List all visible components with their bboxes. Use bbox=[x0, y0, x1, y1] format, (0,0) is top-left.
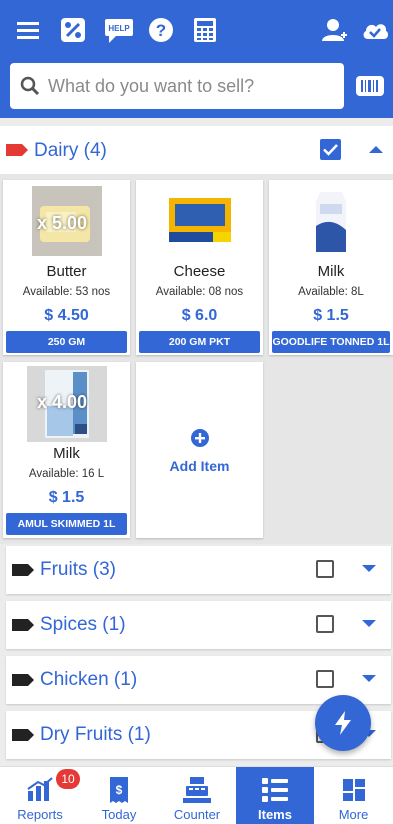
lightning-icon bbox=[335, 711, 351, 735]
product-card[interactable]: x 5.00 Butter Available: 53 nos $ 4.50 2… bbox=[3, 180, 130, 355]
product-variant: AMUL SKIMMED 1L bbox=[6, 513, 127, 535]
product-grid: x 5.00 Butter Available: 53 nos $ 4.50 2… bbox=[0, 174, 393, 544]
nav-label: More bbox=[338, 807, 369, 822]
today-receipt-icon: $ bbox=[108, 775, 130, 805]
bottom-navigation: 10 Reports $ Today Counter Items More bbox=[0, 766, 393, 824]
nav-label: Counter bbox=[173, 807, 221, 822]
quick-action-button[interactable] bbox=[315, 695, 371, 751]
category-select-checkbox[interactable] bbox=[316, 615, 334, 633]
category-tag-icon bbox=[12, 674, 34, 686]
category-select-checkbox[interactable] bbox=[316, 670, 334, 688]
notification-badge: 10 bbox=[56, 769, 80, 789]
product-name: Cheese bbox=[173, 263, 226, 280]
search-bar[interactable] bbox=[10, 63, 344, 109]
product-card[interactable]: x 4.00 Milk Available: 16 L $ 1.5 AMUL S… bbox=[3, 362, 130, 538]
quantity-badge: x 5.00 bbox=[37, 213, 88, 233]
product-name: Milk bbox=[53, 445, 80, 462]
svg-text:HELP: HELP bbox=[108, 24, 130, 33]
category-tag-icon bbox=[12, 729, 34, 741]
category-title: Dry Fruits (1) bbox=[40, 724, 151, 745]
nav-today[interactable]: $ Today bbox=[80, 767, 158, 824]
product-price: $ 6.0 bbox=[181, 307, 218, 324]
product-card[interactable]: Cheese Available: 08 nos $ 6.0 200 GM PK… bbox=[136, 180, 263, 355]
svg-text:?: ? bbox=[156, 21, 166, 40]
top-app-bar: HELP ? bbox=[0, 0, 393, 118]
menu-icon[interactable] bbox=[14, 15, 44, 45]
search-icon bbox=[20, 76, 40, 96]
collapse-chevron-icon[interactable] bbox=[369, 146, 383, 153]
search-input[interactable] bbox=[48, 75, 328, 97]
items-list-icon bbox=[261, 775, 289, 805]
category-title: Dairy (4) bbox=[34, 140, 107, 161]
product-price: $ 1.5 bbox=[313, 307, 349, 324]
category-row-spices[interactable]: Spices (1) bbox=[6, 601, 391, 649]
product-card[interactable]: Milk Available: 8L $ 1.5 GOODLIFE TONNED… bbox=[269, 180, 393, 355]
category-tag-icon bbox=[6, 144, 28, 156]
nav-label: Today bbox=[101, 807, 137, 822]
svg-text:$: $ bbox=[116, 783, 123, 797]
expand-chevron-icon[interactable] bbox=[362, 565, 376, 572]
category-title: Spices (1) bbox=[40, 614, 126, 635]
product-availability: Available: 16 L bbox=[28, 468, 105, 480]
product-availability: Available: 8L bbox=[298, 286, 364, 298]
product-variant: 250 GM bbox=[6, 331, 127, 353]
category-select-checkbox[interactable] bbox=[320, 139, 341, 160]
reports-icon bbox=[26, 775, 54, 805]
add-user-icon[interactable] bbox=[320, 15, 350, 45]
discount-icon[interactable] bbox=[58, 15, 88, 45]
expand-chevron-icon[interactable] bbox=[362, 620, 376, 627]
nav-more[interactable]: More bbox=[314, 767, 393, 824]
product-availability: Available: 53 nos bbox=[22, 286, 111, 298]
help-icon[interactable]: ? bbox=[146, 15, 176, 45]
product-name: Milk bbox=[317, 263, 345, 280]
expand-chevron-icon[interactable] bbox=[362, 675, 376, 682]
product-price: $ 1.5 bbox=[48, 489, 85, 506]
product-availability: Available: 08 nos bbox=[155, 286, 244, 298]
cash-register-icon bbox=[182, 775, 212, 805]
cloud-sync-icon[interactable] bbox=[360, 15, 390, 45]
category-row-fruits[interactable]: Fruits (3) bbox=[6, 546, 391, 594]
add-circle-icon bbox=[191, 429, 209, 447]
category-tag-icon bbox=[12, 619, 34, 631]
product-variant: 200 GM PKT bbox=[139, 331, 260, 353]
product-name: Butter bbox=[46, 263, 87, 280]
product-variant: GOODLIFE TONNED 1L bbox=[272, 331, 390, 353]
category-tag-icon bbox=[12, 564, 34, 576]
add-item-label: Add Item bbox=[169, 458, 230, 474]
more-grid-icon bbox=[342, 775, 366, 805]
help-chat-icon[interactable]: HELP bbox=[102, 15, 136, 45]
check-icon bbox=[323, 144, 338, 156]
quantity-badge: x 4.00 bbox=[37, 392, 88, 412]
nav-items[interactable]: Items bbox=[236, 767, 314, 824]
category-title: Chicken (1) bbox=[40, 669, 138, 690]
nav-label: Reports bbox=[17, 807, 63, 822]
nav-counter[interactable]: Counter bbox=[158, 767, 236, 824]
category-header-dairy[interactable]: Dairy (4) bbox=[0, 126, 393, 174]
category-select-checkbox[interactable] bbox=[316, 560, 334, 578]
cheese-image bbox=[165, 186, 235, 256]
calculator-icon[interactable] bbox=[190, 15, 220, 45]
barcode-scan-icon[interactable] bbox=[354, 70, 386, 102]
nav-reports[interactable]: 10 Reports bbox=[0, 767, 80, 824]
product-price: $ 4.50 bbox=[44, 307, 89, 324]
nav-label: Items bbox=[258, 807, 292, 822]
add-item-button[interactable]: Add Item bbox=[136, 362, 263, 538]
category-title: Fruits (3) bbox=[40, 559, 116, 580]
milk-pack-image bbox=[296, 186, 366, 256]
